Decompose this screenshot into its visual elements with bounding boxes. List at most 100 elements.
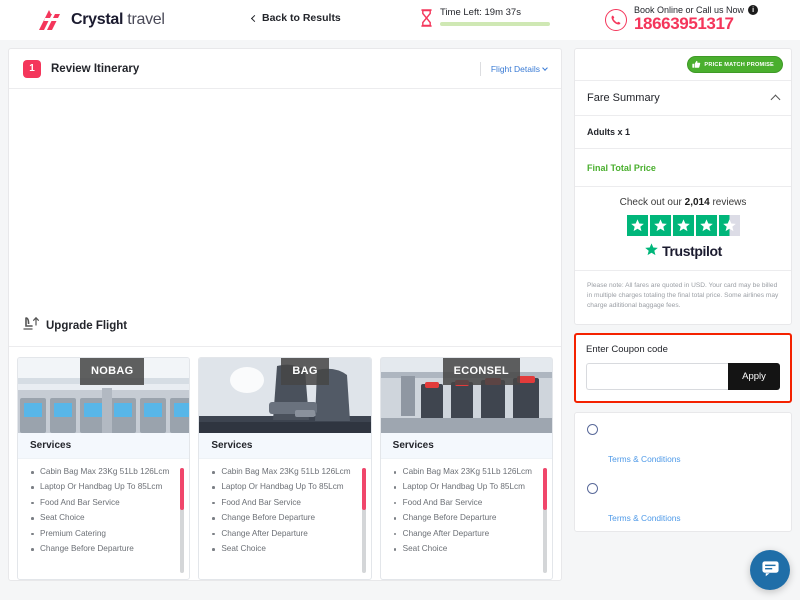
services-scrollbar-thumb[interactable] — [361, 468, 366, 510]
services-scrollbar[interactable] — [361, 468, 366, 573]
terms-and-conditions-link[interactable]: Terms & Conditions — [587, 454, 779, 464]
service-item: Change Before Departure — [393, 513, 540, 529]
service-item: Change Before Departure — [30, 544, 177, 560]
upgrade-card[interactable]: ECONSEL Services Cabin Bag Max 23Kg 51Lb… — [379, 357, 553, 580]
info-icon[interactable]: i — [748, 5, 759, 15]
services-heading: Services — [199, 433, 371, 459]
back-to-results-link[interactable]: Back to Results — [250, 12, 341, 24]
brand-logo[interactable]: Crystal travel — [38, 9, 165, 31]
option-top — [587, 423, 779, 443]
call-us-block[interactable]: Book Online or Call us Now i 18663951317 — [605, 5, 759, 34]
service-item: Change After Departure — [393, 529, 540, 545]
coupon-card: Enter Coupon code Apply — [574, 332, 792, 403]
upgrade-flight-title: Upgrade Flight — [46, 320, 128, 332]
fare-type-badge: BAG — [281, 358, 329, 385]
service-item: Laptop Or Handbag Up To 85Lcm — [211, 482, 358, 498]
phone-number[interactable]: 18663951317 — [634, 14, 734, 33]
terms-and-conditions-link[interactable]: Terms & Conditions — [587, 513, 779, 523]
chevron-down-icon — [542, 64, 548, 71]
review-header-actions: Flight Details — [479, 61, 548, 76]
trustpilot-review-count: 2,014 — [684, 197, 710, 208]
option-content — [598, 423, 779, 443]
services-scrollbar-thumb[interactable] — [180, 468, 185, 510]
payment-options-card: Terms & Conditions Terms & Conditions — [574, 411, 792, 532]
service-item: Seat Choice — [393, 544, 540, 560]
sidebar: PRICE MATCH PROMISE Fare Summary Adults … — [570, 40, 800, 600]
services-heading: Services — [380, 433, 552, 459]
timer-progress-bar — [440, 22, 550, 26]
upgrade-flight-header: Upgrade Flight — [9, 304, 561, 347]
service-item: Food And Bar Service — [211, 498, 358, 514]
option-row[interactable]: Terms & Conditions — [575, 413, 791, 472]
final-total-label: Final Total Price — [587, 163, 656, 173]
back-to-results-label: Back to Results — [262, 12, 341, 24]
price-match-promise-row: PRICE MATCH PROMISE — [575, 49, 791, 80]
fare-type-badge: NOBAG — [80, 358, 145, 385]
brand-name: Crystal travel — [71, 11, 165, 29]
option-row[interactable]: Terms & Conditions — [575, 472, 791, 531]
brand-name-light: travel — [123, 11, 165, 28]
option-top — [587, 482, 779, 502]
fare-summary-card: PRICE MATCH PROMISE Fare Summary Adults … — [574, 48, 792, 325]
service-item: Cabin Bag Max 23Kg 51Lb 126Lcm — [393, 467, 540, 483]
upgrade-card[interactable]: BAG Services Cabin Bag Max 23Kg 51Lb 126… — [198, 357, 372, 580]
service-item: Cabin Bag Max 23Kg 51Lb 126Lcm — [30, 467, 177, 483]
coupon-input[interactable] — [586, 362, 728, 390]
price-match-promise-badge: PRICE MATCH PROMISE — [687, 56, 783, 73]
trustpilot-logo: Trustpilot — [585, 242, 781, 260]
main-column: 1 Review Itinerary Flight Details Upgrad… — [0, 40, 570, 600]
coupon-label: Enter Coupon code — [586, 343, 668, 355]
services-scrollbar-thumb[interactable] — [542, 468, 547, 510]
trustpilot-reviews-line: Check out our 2,014 reviews — [585, 197, 781, 208]
chevron-up-icon — [770, 94, 781, 105]
itinerary-content-area — [9, 89, 561, 304]
fare-note: Please note: All fares are quoted in USD… — [575, 270, 791, 324]
service-item: Change After Departure — [211, 529, 358, 545]
flight-details-label: Flight Details — [490, 63, 540, 74]
brand-name-bold: Crystal — [71, 11, 124, 28]
timer-label: Time Left: 19m 37s — [440, 7, 521, 18]
seat-upgrade-icon — [23, 316, 39, 336]
option-radio[interactable] — [587, 482, 598, 494]
phone-icon — [605, 8, 627, 31]
services-scrollbar[interactable] — [180, 468, 185, 573]
star-icon — [649, 215, 671, 236]
page-body: 1 Review Itinerary Flight Details Upgrad… — [0, 40, 800, 600]
trustpilot-brand: Trustpilot — [662, 243, 722, 259]
service-item: Change Before Departure — [211, 513, 358, 529]
chat-widget-button[interactable] — [750, 550, 790, 590]
review-itinerary-panel: 1 Review Itinerary Flight Details Upgrad… — [8, 48, 562, 581]
trustpilot-widget[interactable]: Check out our 2,014 reviews Trustpilot — [575, 186, 791, 270]
thumbs-up-icon — [692, 60, 701, 69]
final-total-row: Final Total Price — [575, 148, 791, 186]
price-match-promise-label: PRICE MATCH PROMISE — [704, 61, 774, 68]
service-item: Food And Bar Service — [30, 498, 177, 514]
trustpilot-suffix: reviews — [709, 197, 747, 208]
services-list: Cabin Bag Max 23Kg 51Lb 126Lcm Laptop Or… — [199, 459, 370, 579]
fare-summary-toggle[interactable]: Fare Summary — [575, 80, 791, 115]
fare-type-badge: ECONSEL — [442, 358, 520, 385]
star-icon — [672, 215, 694, 236]
flight-details-toggle[interactable]: Flight Details — [490, 63, 548, 74]
upgrade-cards-list: NOBAG Services Cabin Bag Max 23Kg 51Lb 1… — [9, 347, 561, 580]
step-number-badge: 1 — [23, 59, 41, 78]
services-scrollbar[interactable] — [542, 468, 547, 573]
chat-bubble-icon — [761, 558, 780, 582]
site-header: Crystal travel Back to Results Time Left… — [0, 0, 800, 40]
crystal-travel-logo-icon — [38, 9, 64, 31]
upgrade-card[interactable]: NOBAG Services Cabin Bag Max 23Kg 51Lb 1… — [17, 357, 191, 580]
passenger-row: Adults x 1 — [575, 115, 791, 148]
services-list: Cabin Bag Max 23Kg 51Lb 126Lcm Laptop Or… — [381, 459, 552, 579]
apply-coupon-button[interactable]: Apply — [728, 362, 780, 390]
service-item: Laptop Or Handbag Up To 85Lcm — [30, 482, 177, 498]
trustpilot-stars — [585, 215, 781, 236]
review-itinerary-header: 1 Review Itinerary Flight Details — [9, 49, 561, 89]
service-item: Premium Catering — [30, 529, 177, 545]
service-item: Seat Choice — [30, 513, 177, 529]
divider — [479, 61, 481, 76]
star-icon — [695, 215, 717, 236]
adults-label: Adults x 1 — [587, 127, 631, 137]
option-radio[interactable] — [587, 423, 598, 435]
service-item: Seat Choice — [211, 544, 358, 560]
coupon-row: Apply — [586, 362, 780, 390]
